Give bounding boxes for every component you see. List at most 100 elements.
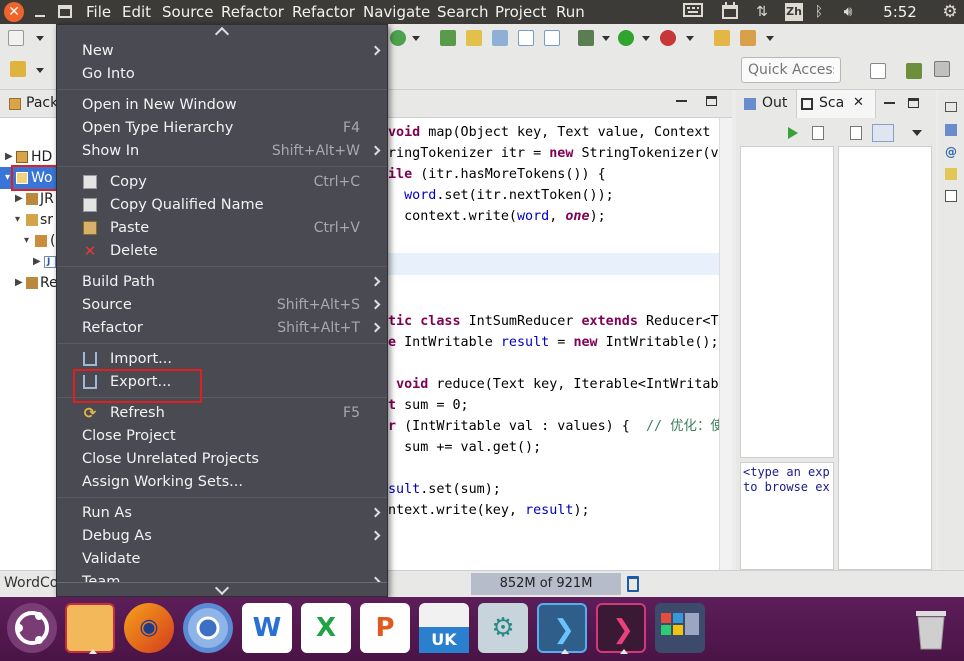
chevron-down-icon[interactable]: [766, 36, 774, 41]
tree-item-src[interactable]: ▾ sr: [0, 210, 58, 230]
declaration-icon[interactable]: [945, 168, 957, 180]
chevron-down-icon[interactable]: [686, 36, 694, 41]
menu-refactor[interactable]: Refactor: [221, 3, 284, 21]
chevron-down-icon[interactable]: [36, 36, 44, 41]
tools-icon[interactable]: [740, 30, 756, 46]
paragraph-icon[interactable]: [544, 30, 560, 46]
menu-run[interactable]: Run: [556, 3, 585, 21]
code-line[interactable]: word.set(itr.nextToken());: [388, 185, 614, 206]
chevron-down-icon[interactable]: [642, 36, 650, 41]
gear-icon[interactable]: ⚙: [940, 2, 960, 22]
new-icon[interactable]: [8, 30, 24, 46]
minimize-window-button[interactable]: [33, 5, 47, 19]
close-window-button[interactable]: ✕: [4, 2, 24, 22]
input-method-indicator[interactable]: Zh: [785, 3, 803, 21]
software-center-icon[interactable]: UK: [419, 603, 469, 653]
tree-item-referenced-libs[interactable]: ▶ Re: [0, 273, 58, 293]
editor-scrollbar[interactable]: [719, 118, 732, 570]
menu-item-new[interactable]: New: [57, 40, 387, 63]
menu-item-close-unrelated-projects[interactable]: Close Unrelated Projects: [57, 448, 387, 471]
code-line[interactable]: ringTokenizer itr = new StringTokenizer(…: [388, 143, 719, 164]
chevron-down-icon[interactable]: [912, 130, 922, 136]
tab-scala[interactable]: Sca ✕: [796, 90, 876, 118]
clear-all-icon[interactable]: [850, 126, 862, 140]
open-folder-icon[interactable]: [714, 30, 730, 46]
document-icon[interactable]: [518, 30, 534, 46]
maximize-icon[interactable]: [706, 96, 717, 106]
chevron-down-icon[interactable]: ▾: [15, 210, 20, 230]
tab-package-explorer[interactable]: Pack: [0, 90, 58, 118]
terminal-blue-icon[interactable]: ❯: [537, 603, 587, 654]
search-file-icon[interactable]: [492, 30, 508, 46]
terminal-magenta-icon[interactable]: ❯: [596, 603, 646, 654]
menu-item-import[interactable]: Import...: [57, 348, 387, 371]
menu-item-open-type-hierarchy[interactable]: Open Type Hierarchy F4: [57, 117, 387, 140]
menu-navigate[interactable]: Navigate: [363, 3, 430, 21]
menu-source[interactable]: Source: [162, 3, 214, 21]
menu-item-close-project[interactable]: Close Project: [57, 425, 387, 448]
keyboard-layout-icon[interactable]: [682, 2, 704, 22]
external-tools-icon[interactable]: [660, 30, 676, 46]
code-line[interactable]: sum += val.get();: [388, 437, 541, 458]
impress-icon[interactable]: P: [360, 603, 410, 653]
chevron-right-icon[interactable]: ▶: [33, 252, 41, 272]
menu-item-run-as[interactable]: Run As: [57, 502, 387, 525]
chevron-down-icon[interactable]: [36, 68, 44, 73]
tree-item-package[interactable]: ▾ (: [0, 231, 58, 251]
open-perspective-icon[interactable]: [870, 63, 886, 79]
outline-content[interactable]: [740, 146, 834, 458]
chevron-down-icon[interactable]: ▾: [24, 231, 29, 251]
calendar-icon[interactable]: [720, 2, 740, 22]
console-icon[interactable]: [945, 190, 957, 202]
pin-icon[interactable]: [872, 124, 894, 142]
refresh-icon[interactable]: [390, 30, 406, 46]
menu-item-paste[interactable]: Paste Ctrl+V: [57, 217, 387, 240]
code-line[interactable]: ntext.write(key, result);: [388, 500, 590, 521]
annotation-icon[interactable]: [466, 30, 482, 46]
chevron-down-icon[interactable]: [412, 36, 420, 41]
workspace-switcher-icon[interactable]: [655, 603, 705, 653]
menu-item-open-in-new-window[interactable]: Open in New Window: [57, 94, 387, 117]
ubuntu-dash-icon[interactable]: [7, 603, 57, 653]
code-line[interactable]: context.write(word, one);: [388, 206, 606, 227]
chevron-down-icon[interactable]: ▾: [5, 168, 10, 188]
debug-perspective-icon[interactable]: [934, 61, 950, 77]
chromium-icon[interactable]: [183, 603, 233, 653]
menu-project[interactable]: Project: [495, 3, 546, 21]
menu-item-assign-working-sets[interactable]: Assign Working Sets...: [57, 471, 387, 494]
code-line[interactable]: t sum = 0;: [388, 395, 469, 416]
minimize-icon[interactable]: [884, 102, 895, 104]
code-line[interactable]: ile (itr.hasMoreTokens()) {: [388, 164, 606, 185]
writer-icon[interactable]: W: [242, 603, 292, 653]
chevron-down-icon[interactable]: [602, 36, 610, 41]
tree-item-jre[interactable]: ▶ JR: [0, 189, 58, 209]
menu-item-debug-as[interactable]: Debug As: [57, 525, 387, 548]
menu-item-refresh[interactable]: ⟳ Refresh F5: [57, 402, 387, 425]
code-line[interactable]: void map(Object key, Text value, Context: [388, 122, 710, 143]
clock[interactable]: 5:52 AM: [870, 2, 930, 41]
maximize-window-button[interactable]: [58, 5, 72, 18]
menu-search[interactable]: Search: [437, 3, 489, 21]
files-icon[interactable]: [65, 603, 115, 654]
tree-item-hd[interactable]: ▶ HD: [0, 147, 58, 167]
tab-outline[interactable]: Out: [736, 90, 794, 118]
next-annotation-icon[interactable]: [10, 61, 26, 77]
run-icon[interactable]: [788, 127, 798, 139]
code-line[interactable]: e IntWritable result = new IntWritable()…: [388, 332, 719, 353]
chevron-right-icon[interactable]: ▶: [5, 147, 13, 167]
code-line[interactable]: r (IntWritable val : values) { // 优化：使: [388, 416, 719, 437]
debug-icon[interactable]: [578, 30, 594, 46]
volume-icon[interactable]: 🔊︎: [836, 2, 860, 22]
restore-icon[interactable]: [945, 102, 957, 112]
code-line[interactable]: void reduce(Text key, Iterable<IntWritab…: [388, 374, 719, 395]
menu-scroll-up-icon[interactable]: [57, 25, 387, 39]
menu-item-refactor[interactable]: Refactor Shift+Alt+T: [57, 317, 387, 340]
calc-icon[interactable]: X: [301, 603, 351, 653]
menu-refactor-2[interactable]: Refactor: [292, 3, 355, 21]
clear-icon[interactable]: [812, 126, 824, 140]
menu-item-show-in[interactable]: Show In Shift+Alt+W: [57, 140, 387, 163]
garbage-collect-icon[interactable]: [627, 576, 639, 592]
open-type-icon[interactable]: [440, 30, 456, 46]
quick-access-input[interactable]: [741, 57, 841, 83]
menu-file[interactable]: File: [86, 3, 111, 21]
